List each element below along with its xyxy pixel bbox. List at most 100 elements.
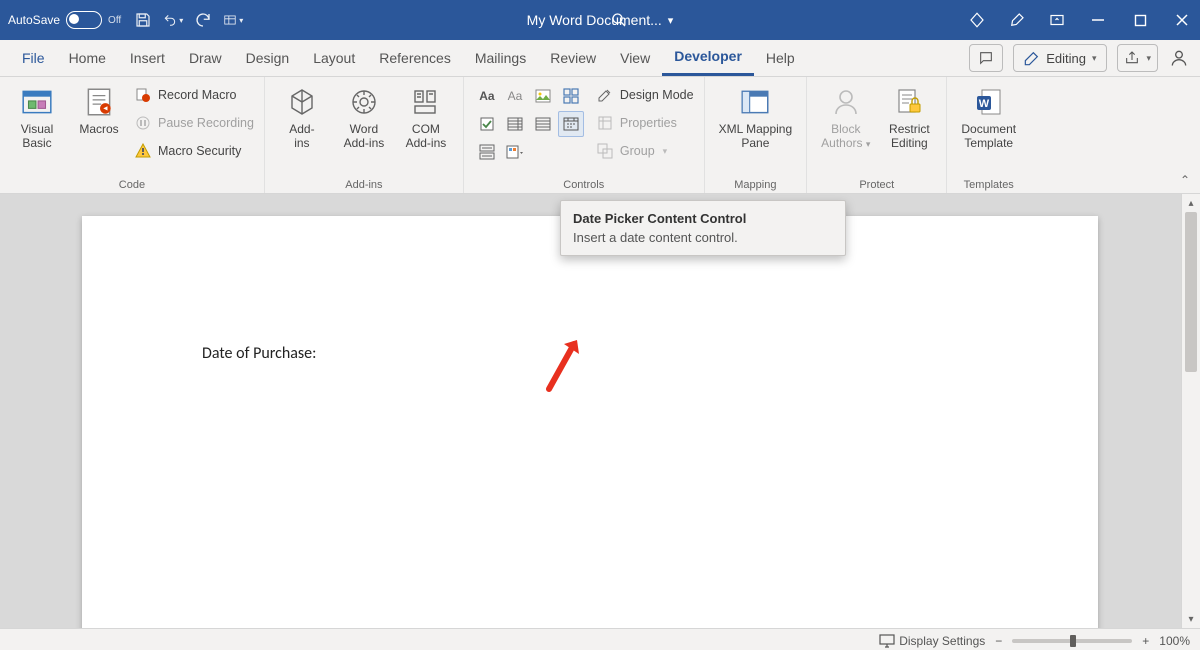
autosave-toggle[interactable]: AutoSave Off	[8, 11, 121, 29]
tab-references[interactable]: References	[367, 40, 463, 76]
scroll-thumb[interactable]	[1185, 212, 1197, 372]
addins-icon	[285, 85, 319, 119]
comments-button[interactable]	[969, 44, 1003, 72]
com-addins-button[interactable]: COM Add-ins	[399, 81, 453, 151]
close-button[interactable]	[1172, 10, 1192, 30]
document-title-text: My Word Document...	[527, 12, 662, 28]
record-macro-icon	[134, 86, 152, 104]
tab-layout[interactable]: Layout	[301, 40, 367, 76]
display-settings-label: Display Settings	[899, 634, 985, 648]
legacy-tools-icon[interactable]	[502, 139, 528, 165]
maximize-button[interactable]	[1130, 10, 1150, 30]
repeating-section-control-icon[interactable]	[474, 139, 500, 165]
restrict-editing-button[interactable]: Restrict Editing	[882, 81, 936, 151]
autosave-state: Off	[108, 15, 121, 26]
display-settings-button[interactable]: Display Settings	[879, 634, 985, 648]
word-addins-button[interactable]: Word Add-ins	[337, 81, 391, 151]
zoom-level[interactable]: 100%	[1159, 634, 1190, 648]
tab-draw[interactable]: Draw	[177, 40, 234, 76]
block-authors-icon	[829, 85, 863, 119]
group-protect-label: Protect	[817, 177, 936, 191]
tab-design[interactable]: Design	[234, 40, 302, 76]
addins-button[interactable]: Add- ins	[275, 81, 329, 151]
group-code: Visual Basic Macros Record Macro Pause R…	[0, 77, 265, 193]
word-addins-icon	[347, 85, 381, 119]
controls-grid: Aa Aa	[474, 81, 582, 163]
svg-text:W: W	[979, 98, 990, 110]
building-block-control-icon[interactable]	[558, 83, 584, 109]
group-protect: Block Authors ▾ Restrict Editing Protect	[807, 77, 947, 193]
tab-home[interactable]: Home	[57, 40, 118, 76]
group-code-label: Code	[10, 177, 254, 191]
zoom-out-button[interactable]: −	[995, 634, 1002, 648]
properties-button: Properties	[596, 111, 694, 135]
page[interactable]: Date of Purchase:	[82, 216, 1098, 628]
design-mode-button[interactable]: Design Mode	[596, 83, 694, 107]
zoom-slider[interactable]	[1012, 639, 1132, 643]
combobox-control-icon[interactable]	[502, 111, 528, 137]
tab-developer[interactable]: Developer	[662, 40, 754, 76]
checkbox-control-icon[interactable]	[474, 111, 500, 137]
group-controls: Aa Aa Design Mode Properties Group▾ Cont…	[464, 77, 705, 193]
minimize-button[interactable]	[1088, 10, 1108, 30]
macro-security-icon	[134, 142, 152, 160]
account-icon[interactable]	[1168, 47, 1190, 69]
picture-control-icon[interactable]	[530, 83, 556, 109]
macro-security-button[interactable]: Macro Security	[134, 139, 254, 163]
tab-insert[interactable]: Insert	[118, 40, 177, 76]
group-mapping-label: Mapping	[715, 177, 797, 191]
chevron-down-icon[interactable]: ▾	[668, 14, 674, 27]
document-template-button[interactable]: WDocument Template	[957, 81, 1020, 151]
plain-text-control-icon[interactable]: Aa	[502, 83, 528, 109]
collapse-ribbon-icon[interactable]: ⌃	[1180, 173, 1190, 187]
block-authors-button[interactable]: Block Authors ▾	[817, 81, 874, 151]
tab-file[interactable]: File	[10, 40, 57, 76]
redo-icon[interactable]	[193, 10, 213, 30]
rich-text-control-icon[interactable]: Aa	[474, 83, 500, 109]
brush-icon[interactable]	[1008, 11, 1026, 29]
design-mode-icon	[596, 86, 614, 104]
chevron-down-icon: ▾	[1092, 53, 1097, 64]
title-bar: AutoSave Off ▾ ▾ My Word Document... ▾	[0, 0, 1200, 40]
scroll-up-icon[interactable]: ▴	[1182, 194, 1200, 212]
undo-icon[interactable]: ▾	[163, 10, 183, 30]
macros-button[interactable]: Macros	[72, 81, 126, 163]
editing-mode-button[interactable]: Editing ▾	[1013, 44, 1107, 72]
document-area: Date of Purchase: Date Picker Content Co…	[0, 194, 1200, 628]
tab-help[interactable]: Help	[754, 40, 807, 76]
group-addins-label: Add-ins	[275, 177, 453, 191]
autosave-switch[interactable]	[66, 11, 102, 29]
zoom-in-button[interactable]: +	[1142, 634, 1149, 648]
document-template-icon: W	[972, 85, 1006, 119]
vertical-scrollbar[interactable]: ▴ ▾	[1181, 194, 1200, 628]
scroll-down-icon[interactable]: ▾	[1182, 610, 1200, 628]
titlebar-right	[968, 10, 1192, 30]
search-icon[interactable]	[610, 11, 628, 29]
pause-recording-icon	[134, 114, 152, 132]
tab-mailings[interactable]: Mailings	[463, 40, 538, 76]
diamond-icon[interactable]	[968, 11, 986, 29]
table-qat-icon[interactable]: ▾	[223, 10, 243, 30]
save-icon[interactable]	[133, 10, 153, 30]
ribbon-tabs: File Home Insert Draw Design Layout Refe…	[0, 40, 1200, 77]
document-text[interactable]: Date of Purchase:	[202, 344, 316, 363]
macros-label: Macros	[79, 123, 118, 137]
display-settings-icon	[879, 634, 895, 648]
pause-recording-button: Pause Recording	[134, 111, 254, 135]
document-title[interactable]: My Word Document... ▾	[527, 12, 674, 28]
group-icon	[596, 142, 614, 160]
xml-mapping-icon	[738, 85, 772, 119]
tab-review[interactable]: Review	[538, 40, 608, 76]
record-macro-button[interactable]: Record Macro	[134, 83, 254, 107]
group-templates: WDocument Template Templates	[947, 77, 1030, 193]
ribbon-display-icon[interactable]	[1048, 11, 1066, 29]
group-addins: Add- ins Word Add-ins COM Add-ins Add-in…	[265, 77, 464, 193]
visual-basic-button[interactable]: Visual Basic	[10, 81, 64, 163]
dropdown-control-icon[interactable]	[530, 111, 556, 137]
date-picker-control-icon[interactable]	[558, 111, 584, 137]
share-button[interactable]: ▾	[1117, 44, 1158, 72]
xml-mapping-button[interactable]: XML Mapping Pane	[715, 81, 797, 151]
tab-view[interactable]: View	[608, 40, 662, 76]
tooltip-date-picker: Date Picker Content Control Insert a dat…	[560, 200, 846, 256]
editing-mode-label: Editing	[1046, 51, 1086, 66]
